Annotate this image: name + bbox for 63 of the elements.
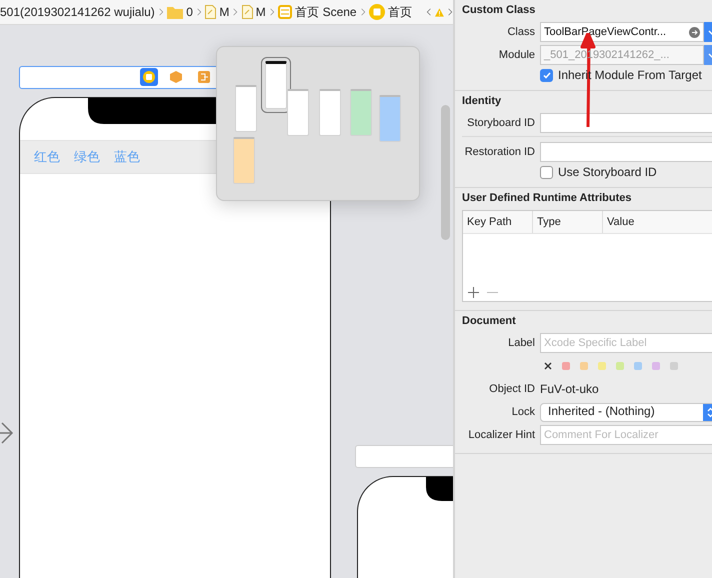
view-controller-icon bbox=[369, 4, 386, 20]
breadcrumb-item[interactable]: 首页 bbox=[388, 4, 412, 20]
column-header[interactable]: Key Path bbox=[463, 211, 533, 233]
field-label: Object ID bbox=[488, 383, 535, 395]
column-header[interactable]: Type bbox=[533, 211, 603, 233]
cube-icon[interactable] bbox=[170, 71, 182, 83]
checkbox[interactable] bbox=[540, 166, 553, 178]
scene-thumbnail[interactable] bbox=[233, 137, 255, 184]
breadcrumb-item[interactable]: 501(2019302141262 wujialu) bbox=[0, 5, 155, 19]
checkbox[interactable] bbox=[540, 68, 553, 82]
breadcrumb-item[interactable]: 0 bbox=[186, 5, 193, 19]
scene-thumbnail[interactable] bbox=[379, 95, 401, 142]
checkmark-icon bbox=[542, 72, 550, 78]
scene-icon bbox=[278, 5, 292, 19]
section-title: Custom Class bbox=[462, 4, 536, 16]
exit-icon[interactable] bbox=[198, 71, 210, 83]
section-title: Identity bbox=[462, 95, 502, 107]
object-id: FuV-ot-uko bbox=[540, 382, 599, 396]
notch-icon bbox=[88, 98, 216, 124]
entry-arrow-icon bbox=[0, 422, 14, 444]
section-title: Document bbox=[462, 315, 517, 327]
field-label: Localizer Hint bbox=[467, 429, 535, 441]
scroll-bar[interactable] bbox=[441, 105, 450, 240]
chevron-icon bbox=[270, 6, 274, 18]
input-field[interactable] bbox=[540, 113, 712, 133]
scene-thumbnail[interactable] bbox=[287, 89, 309, 136]
field-label: Label bbox=[507, 337, 535, 349]
breadcrumb-item[interactable]: M bbox=[219, 5, 230, 19]
navigate-arrow-icon[interactable] bbox=[689, 26, 700, 38]
breadcrumb-item[interactable]: M bbox=[256, 5, 266, 19]
file-icon bbox=[205, 5, 216, 19]
stepper-icon bbox=[707, 406, 712, 418]
section-title: User Defined Runtime Attributes bbox=[462, 192, 633, 204]
label-color-swatch[interactable] bbox=[634, 362, 642, 370]
column-header[interactable]: Value bbox=[603, 211, 712, 233]
add-icon[interactable] bbox=[468, 287, 479, 298]
file-icon bbox=[242, 5, 253, 19]
notch-icon bbox=[426, 477, 453, 501]
chevron-icon bbox=[233, 6, 238, 18]
field-label: Storyboard ID bbox=[466, 117, 535, 129]
chevron-icon bbox=[360, 6, 366, 18]
breadcrumb-item[interactable]: 首页 Scene bbox=[295, 4, 357, 20]
field-label: Restoration ID bbox=[464, 146, 535, 158]
chevron-icon bbox=[196, 6, 202, 18]
chevron-icon bbox=[158, 6, 164, 18]
field-label: Lock bbox=[510, 406, 535, 418]
view-controller-icon[interactable] bbox=[140, 68, 158, 86]
clear-icon[interactable] bbox=[544, 362, 552, 370]
field-label: Class bbox=[506, 26, 535, 38]
scene-thumbnail[interactable] bbox=[319, 89, 341, 136]
label-color-swatch[interactable] bbox=[616, 362, 624, 370]
label-color-swatch[interactable] bbox=[562, 362, 570, 370]
label-color-swatch[interactable] bbox=[670, 362, 678, 370]
input-field[interactable] bbox=[540, 142, 712, 162]
label-color-swatch[interactable] bbox=[580, 362, 588, 370]
scene-thumbnail[interactable] bbox=[235, 85, 257, 132]
folder-icon bbox=[167, 6, 184, 18]
scene-thumbnail[interactable] bbox=[350, 89, 372, 136]
lock-popup-button[interactable]: Inherited - (Nothing) bbox=[540, 402, 712, 422]
label-color-swatch[interactable] bbox=[652, 362, 660, 370]
field-label: Module bbox=[498, 49, 535, 61]
label-color-swatch[interactable] bbox=[598, 362, 606, 370]
checkbox-label: Use Storyboard ID bbox=[558, 165, 657, 179]
